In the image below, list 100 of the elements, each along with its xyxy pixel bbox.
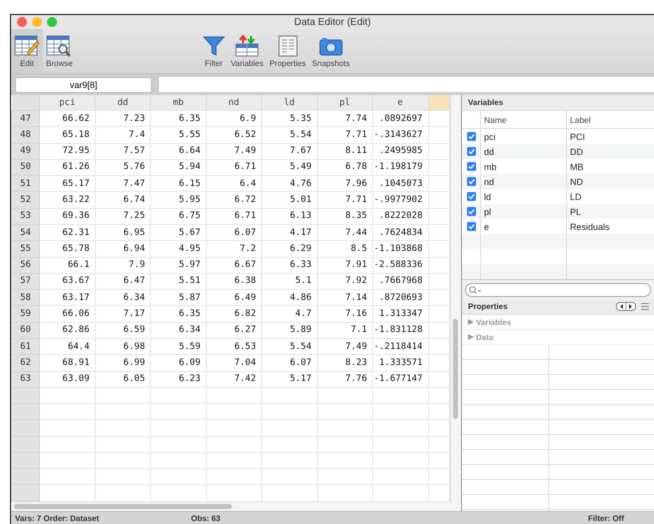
- row-number: 59: [12, 306, 40, 322]
- disclosure-right-icon: [468, 319, 474, 325]
- column-header[interactable]: ld: [262, 95, 317, 110]
- toolbar-button[interactable]: Properties: [266, 29, 309, 73]
- table-cell: 66.06: [40, 306, 95, 322]
- table-cell: 6.59: [95, 322, 150, 338]
- disclosure-right-icon: [468, 334, 474, 340]
- table-cell: 7.14: [317, 290, 372, 306]
- table-cell: 6.34: [95, 290, 150, 306]
- checkbox[interactable]: [466, 207, 476, 216]
- table-cell: 7.57: [95, 143, 150, 160]
- table-cell: 5.01: [262, 192, 317, 208]
- table-cell: 5.76: [95, 159, 150, 176]
- table-cell: 63.17: [40, 290, 95, 306]
- scrollbar-thumb[interactable]: [14, 504, 232, 509]
- toolbar-button[interactable]: Browse: [43, 29, 76, 73]
- column-header[interactable]: nd: [206, 95, 262, 110]
- table-cell: .8222028: [372, 208, 428, 224]
- table-cell: 7.67: [262, 143, 317, 160]
- column-header[interactable]: Name: [481, 111, 567, 128]
- checkbox[interactable]: [466, 222, 476, 231]
- row-number: 51: [12, 176, 40, 192]
- table-arrows-icon: [235, 34, 260, 56]
- status-text: Vars: 7 Order: Dataset: [15, 514, 100, 522]
- variable-name: pl: [481, 204, 567, 219]
- table-cell: -1.103868: [372, 240, 428, 258]
- toolbar-button[interactable]: Snapshots: [308, 29, 353, 73]
- table-cell: 5.87: [150, 290, 206, 306]
- checkbox[interactable]: [466, 147, 476, 156]
- row-number: 50: [12, 159, 40, 176]
- table-cell: 63.22: [40, 192, 95, 208]
- table-cell: 6.05: [95, 371, 150, 388]
- table-cell: 6.07: [262, 354, 317, 371]
- table-cell: .7667968: [372, 273, 428, 290]
- cell-reference-field[interactable]: var9[8]: [15, 76, 152, 92]
- table-cell: 6.71: [206, 159, 262, 176]
- row-number: 61: [12, 338, 40, 355]
- table-cell: 7.23: [95, 110, 150, 127]
- checkbox[interactable]: [466, 162, 476, 171]
- toolbar-button[interactable]: Variables: [228, 29, 266, 73]
- column-header[interactable]: Label: [567, 114, 591, 124]
- close-icon[interactable]: [17, 17, 27, 27]
- variable-label: ND: [569, 176, 583, 186]
- table-cell: 7.25: [95, 208, 150, 224]
- table-cell: 7.9: [95, 257, 150, 274]
- back-forward-buttons[interactable]: [616, 302, 636, 311]
- checkbox[interactable]: [466, 192, 476, 201]
- table-cell: 6.09: [150, 354, 206, 371]
- checkbox[interactable]: [466, 132, 476, 141]
- table-cell: 7.2: [206, 240, 262, 258]
- table-cell: 5.35: [262, 110, 317, 127]
- row-number: 52: [12, 192, 40, 208]
- table-cell: 65.17: [40, 176, 95, 192]
- table-cell: -1.198179: [372, 159, 428, 176]
- table-cell: 7.17: [95, 306, 150, 322]
- table-cell: -1.831128: [372, 322, 428, 338]
- table-cell: 7.91: [317, 257, 372, 274]
- scrollbar-thumb[interactable]: [453, 319, 458, 419]
- table-cell: 5.67: [150, 224, 206, 241]
- table-cell: 7.92: [317, 273, 372, 290]
- table-cell: .0892697: [372, 110, 428, 127]
- table-cell: 5.49: [262, 159, 317, 176]
- table-cell: 1.333571: [372, 354, 428, 371]
- document-icon: [276, 34, 299, 56]
- value-field[interactable]: [159, 77, 654, 92]
- row-number: 48: [12, 126, 40, 144]
- table-cell: 6.82: [206, 306, 262, 322]
- table-cell: 6.33: [262, 257, 317, 274]
- table-cell: 6.4: [206, 176, 262, 192]
- row-number: 55: [12, 240, 40, 258]
- table-cell: -2.588336: [372, 257, 428, 274]
- menu-icon[interactable]: [641, 303, 649, 310]
- column-header[interactable]: pl: [317, 95, 372, 110]
- table-cell: 6.35: [150, 110, 206, 127]
- row-number: 63: [12, 371, 40, 388]
- table-cell: 61.26: [40, 159, 95, 176]
- variable-name: dd: [481, 144, 567, 159]
- table-cell: -.9977902: [372, 192, 428, 208]
- table-pencil-icon: [14, 34, 40, 56]
- search-field[interactable]: [465, 283, 651, 297]
- row-number: 54: [12, 224, 40, 241]
- table-cell: 65.78: [40, 240, 95, 258]
- column-header[interactable]: dd: [95, 95, 150, 110]
- table-cell: 5.94: [150, 159, 206, 176]
- checkbox[interactable]: [466, 177, 476, 186]
- toolbar-button[interactable]: Filter: [200, 29, 228, 73]
- variable-label: DD: [569, 146, 583, 156]
- table-cell: 6.72: [206, 192, 262, 208]
- table-cell: 64.4: [40, 338, 95, 355]
- table-cell: 6.34: [150, 322, 206, 338]
- toolbar-button[interactable]: Edit: [11, 29, 43, 73]
- column-header[interactable]: pci: [40, 95, 95, 110]
- window-title: Data Editor (Edit): [294, 16, 371, 28]
- table-cell: 62.86: [40, 322, 95, 338]
- column-header[interactable]: e: [372, 95, 428, 110]
- table-cell: .8720693: [372, 290, 428, 306]
- column-header[interactable]: mb: [150, 95, 206, 110]
- table-cell: 63.09: [40, 371, 95, 388]
- table-cell: 5.51: [150, 273, 206, 290]
- table-cell: 7.49: [206, 143, 262, 160]
